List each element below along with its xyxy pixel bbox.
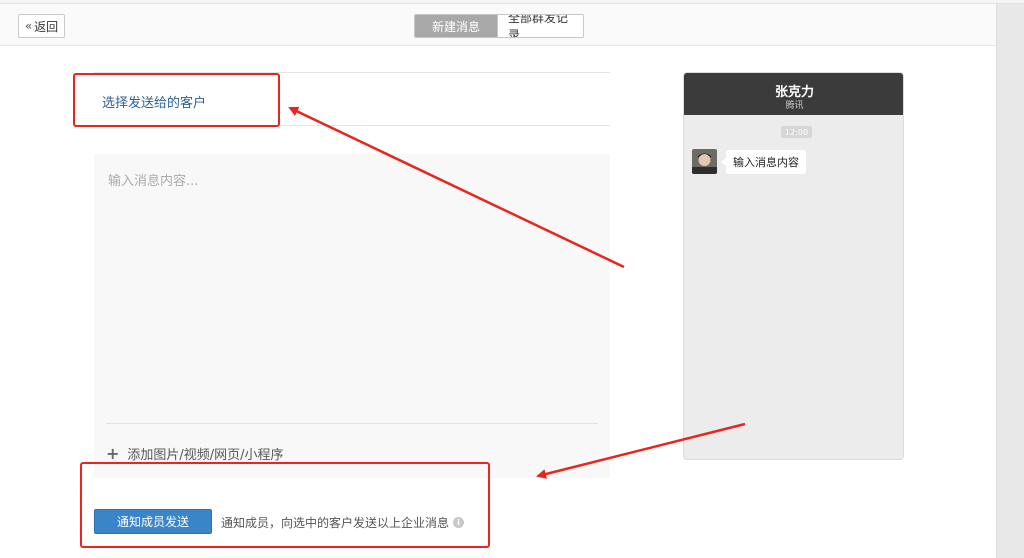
plus-icon: + — [106, 443, 120, 463]
message-content-input[interactable] — [94, 154, 610, 422]
preview-header: 张克力 腾讯 — [684, 73, 903, 115]
editor-divider — [106, 423, 598, 424]
message-editor: + 添加图片/视频/网页/小程序 — [94, 154, 610, 478]
avatar — [692, 149, 717, 174]
tab-new-message[interactable]: 新建消息 — [415, 15, 497, 37]
page-header: « 返回 新建消息 全部群发记录 — [0, 4, 996, 46]
preview-company-name: 腾讯 — [785, 101, 804, 111]
preview-time-chip: 12:00 — [781, 126, 813, 138]
message-tabs: 新建消息 全部群发记录 — [414, 14, 584, 38]
back-button-label: 返回 — [34, 19, 59, 34]
tab-broadcast-history[interactable]: 全部群发记录 — [497, 15, 583, 37]
preview-message-bubble: 输入消息内容 — [721, 150, 806, 174]
add-attachment-label: 添加图片/视频/网页/小程序 — [127, 448, 284, 463]
message-preview-phone: 张克力 腾讯 12:00 输入消息内容 — [683, 72, 904, 460]
add-attachment-button[interactable]: + 添加图片/视频/网页/小程序 — [106, 444, 284, 463]
avatar-image — [692, 149, 717, 174]
annotation-box-notify — [80, 462, 490, 548]
chevron-double-left-icon: « — [24, 19, 33, 33]
back-button[interactable]: « 返回 — [18, 14, 65, 38]
right-gutter — [996, 4, 1024, 558]
annotation-box-recipient — [73, 73, 280, 127]
